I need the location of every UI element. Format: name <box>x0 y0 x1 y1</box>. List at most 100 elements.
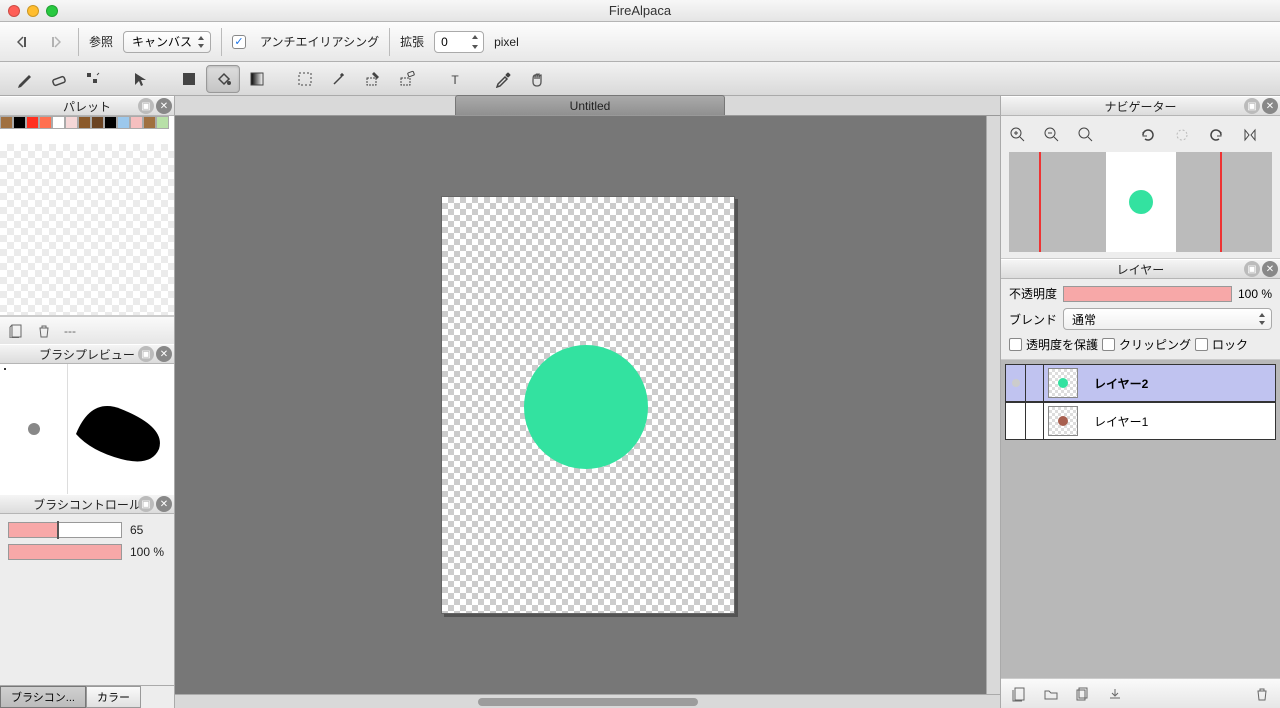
layer-visibility-toggle[interactable] <box>1006 403 1026 439</box>
left-tabs: ブラシコン... カラー <box>0 685 174 708</box>
fill-tool[interactable] <box>172 65 206 93</box>
zoom-in-icon[interactable] <box>1009 126 1027 144</box>
eyedropper-tool[interactable] <box>486 65 520 93</box>
blend-mode-dropdown[interactable]: 通常 <box>1063 308 1272 330</box>
palette-swatch[interactable] <box>52 116 65 129</box>
navigator-preview[interactable] <box>1009 152 1272 252</box>
merge-down-icon[interactable] <box>1107 686 1123 702</box>
panel-dock-icon[interactable]: ▣ <box>138 346 154 362</box>
new-folder-icon[interactable] <box>1043 686 1059 702</box>
delete-swatch-icon[interactable] <box>36 323 52 339</box>
brush-size-slider[interactable] <box>8 522 122 538</box>
brush-stroke-preview <box>68 364 174 494</box>
layers-header: レイヤー ▣ ✕ <box>1001 259 1280 279</box>
text-tool[interactable]: T <box>438 65 472 93</box>
palette-swatch[interactable] <box>78 116 91 129</box>
rotate-cw-icon[interactable] <box>1139 126 1157 144</box>
canvas-area[interactable] <box>175 116 1000 694</box>
layer-thumbnail <box>1048 406 1078 436</box>
panel-dock-icon[interactable]: ▣ <box>1244 261 1260 277</box>
magic-wand-tool[interactable] <box>322 65 356 93</box>
new-layer-icon[interactable] <box>1011 686 1027 702</box>
zoom-out-icon[interactable] <box>1043 126 1061 144</box>
window-close-button[interactable] <box>8 5 20 17</box>
hand-tool[interactable] <box>520 65 554 93</box>
canvas-region: Untitled <box>175 96 1000 708</box>
duplicate-layer-icon[interactable] <box>1075 686 1091 702</box>
brush-size-value: 65 <box>130 523 166 537</box>
palette-swatch[interactable] <box>13 116 26 129</box>
select-rect-tool[interactable] <box>288 65 322 93</box>
brush-control-header: ブラシコントロール ▣ ✕ <box>0 494 174 514</box>
panel-dock-icon[interactable]: ▣ <box>138 496 154 512</box>
antialias-label: アンチエイリアシング <box>260 33 379 50</box>
layers-footer <box>1001 678 1280 708</box>
gradient-tool[interactable] <box>240 65 274 93</box>
select-pen-tool[interactable] <box>356 65 390 93</box>
reference-label: 参照 <box>89 33 113 50</box>
palette-swatch[interactable] <box>130 116 143 129</box>
clipping-checkbox[interactable] <box>1102 338 1115 351</box>
app-title: FireAlpaca <box>609 3 671 18</box>
layer-options: 不透明度 100 % ブレンド 通常 透明度を保護 クリッピング ロック <box>1001 279 1280 360</box>
layer-row[interactable]: レイヤー2 <box>1005 364 1276 402</box>
layer-row[interactable]: レイヤー1 <box>1005 402 1276 440</box>
flip-icon[interactable] <box>1241 126 1259 144</box>
expand-label: 拡張 <box>400 33 424 50</box>
rotate-ccw-icon[interactable] <box>1207 126 1225 144</box>
expand-input[interactable]: 0 <box>434 31 484 53</box>
panel-dock-icon[interactable]: ▣ <box>1244 98 1260 114</box>
palette-swatch[interactable] <box>156 116 169 129</box>
vertical-scrollbar[interactable] <box>986 116 1000 694</box>
panel-close-icon[interactable]: ✕ <box>1262 98 1278 114</box>
layer-visibility-toggle[interactable] <box>1006 365 1026 401</box>
palette-swatch[interactable] <box>104 116 117 129</box>
nav-prev-button[interactable] <box>10 32 34 52</box>
panel-close-icon[interactable]: ✕ <box>156 98 172 114</box>
antialias-checkbox[interactable]: ✓ <box>232 35 246 49</box>
palette-status: --- <box>64 324 76 338</box>
palette-swatch[interactable] <box>26 116 39 129</box>
layer-opacity-slider[interactable] <box>1063 286 1232 302</box>
select-eraser-tool[interactable] <box>390 65 424 93</box>
delete-layer-icon[interactable] <box>1254 686 1270 702</box>
dot-tool[interactable] <box>76 65 110 93</box>
new-swatch-icon[interactable] <box>8 323 24 339</box>
palette-swatch[interactable] <box>0 116 13 129</box>
palette-body[interactable] <box>0 116 174 316</box>
opacity-label: 不透明度 <box>1009 285 1057 302</box>
panel-close-icon[interactable]: ✕ <box>156 496 172 512</box>
lock-checkbox[interactable] <box>1195 338 1208 351</box>
move-tool[interactable] <box>124 65 158 93</box>
palette-swatch[interactable] <box>65 116 78 129</box>
horizontal-scrollbar[interactable] <box>175 694 1000 708</box>
zoom-fit-icon[interactable] <box>1077 126 1095 144</box>
palette-swatch[interactable] <box>117 116 130 129</box>
protect-alpha-checkbox[interactable] <box>1009 338 1022 351</box>
document-tab[interactable]: Untitled <box>455 95 725 115</box>
expand-unit: pixel <box>494 35 519 49</box>
layer-name-label: レイヤー1 <box>1082 413 1275 430</box>
panel-close-icon[interactable]: ✕ <box>1262 261 1278 277</box>
nav-next-button[interactable] <box>44 32 68 52</box>
layer-name-label: レイヤー2 <box>1082 375 1275 392</box>
panel-close-icon[interactable]: ✕ <box>156 346 172 362</box>
rotate-reset-icon[interactable] <box>1173 126 1191 144</box>
layer-thumbnail <box>1048 368 1078 398</box>
pencil-tool[interactable] <box>8 65 42 93</box>
reference-dropdown[interactable]: キャンバス <box>123 31 211 53</box>
tab-color[interactable]: カラー <box>86 686 141 708</box>
eraser-tool[interactable] <box>42 65 76 93</box>
palette-swatch[interactable] <box>91 116 104 129</box>
panel-dock-icon[interactable]: ▣ <box>138 98 154 114</box>
tab-brush-control[interactable]: ブラシコン... <box>0 686 86 708</box>
window-minimize-button[interactable] <box>27 5 39 17</box>
blend-label: ブレンド <box>1009 311 1057 328</box>
brush-size-dot-icon <box>28 423 40 435</box>
brush-control-body: 65 100 % <box>0 514 174 574</box>
bucket-tool[interactable] <box>206 65 240 93</box>
window-zoom-button[interactable] <box>46 5 58 17</box>
brush-opacity-slider[interactable] <box>8 544 122 560</box>
palette-swatch[interactable] <box>143 116 156 129</box>
palette-swatch[interactable] <box>39 116 52 129</box>
